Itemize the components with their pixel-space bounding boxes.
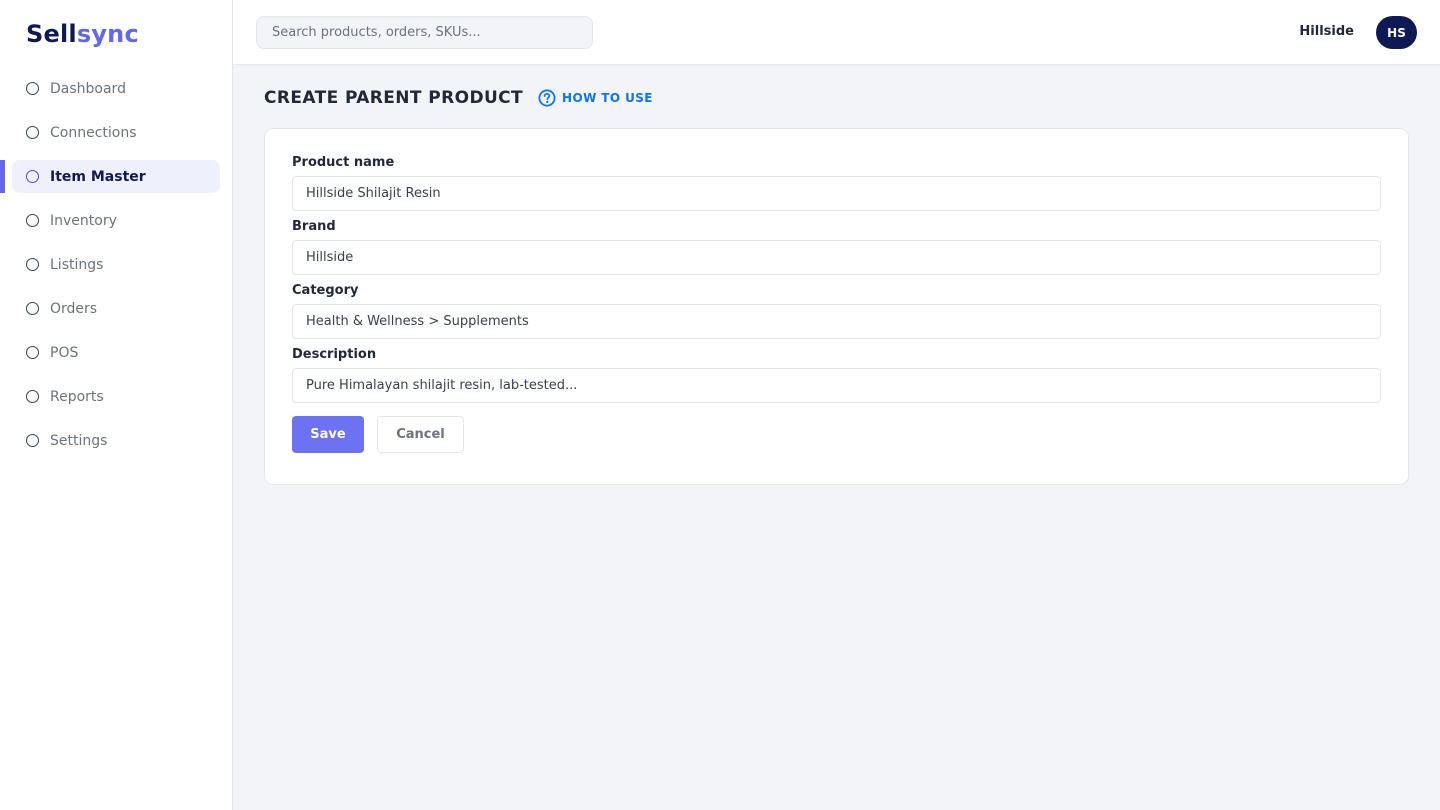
sidebar-item-dashboard[interactable]: Dashboard bbox=[12, 72, 220, 105]
category-field[interactable] bbox=[292, 304, 1381, 339]
sidebar-item-inventory[interactable]: Inventory bbox=[12, 204, 220, 237]
sidebar-item-label: Connections bbox=[50, 124, 137, 141]
circle-icon bbox=[26, 82, 39, 95]
sidebar-item-label: Listings bbox=[50, 256, 104, 273]
circle-icon bbox=[26, 346, 39, 359]
circle-icon bbox=[26, 434, 39, 447]
circle-icon bbox=[26, 170, 39, 183]
app-logo[interactable]: Sellsync bbox=[26, 20, 139, 48]
circle-icon bbox=[26, 258, 39, 271]
page-header: CREATE PARENT PRODUCT HOW TO USE bbox=[264, 88, 653, 108]
sidebar-item-label: POS bbox=[50, 344, 79, 361]
logo-text-sync: sync bbox=[76, 20, 139, 48]
sidebar-item-item-master[interactable]: Item Master bbox=[0, 160, 220, 193]
product-name-field[interactable] bbox=[292, 176, 1381, 211]
cancel-button[interactable]: Cancel bbox=[377, 416, 464, 453]
org-name: Hillside bbox=[1299, 24, 1354, 39]
logo-text-sell: Sell bbox=[26, 20, 77, 48]
sidebar-item-connections[interactable]: Connections bbox=[12, 116, 220, 149]
question-circle-icon bbox=[538, 89, 556, 107]
brand-field[interactable] bbox=[292, 240, 1381, 275]
sidebar-item-listings[interactable]: Listings bbox=[12, 248, 220, 281]
sidebar-item-reports[interactable]: Reports bbox=[12, 380, 220, 413]
category-label: Category bbox=[292, 283, 359, 298]
description-label: Description bbox=[292, 347, 377, 362]
how-to-use-label: HOW TO USE bbox=[562, 91, 653, 105]
brand-label: Brand bbox=[292, 219, 336, 234]
sidebar-item-label: Item Master bbox=[50, 168, 146, 185]
circle-icon bbox=[26, 214, 39, 227]
sidebar-item-label: Reports bbox=[50, 388, 104, 405]
description-field[interactable] bbox=[292, 368, 1381, 403]
sidebar: Sellsync Dashboard Connections Item Mast… bbox=[0, 0, 233, 810]
product-name-label: Product name bbox=[292, 155, 395, 170]
avatar[interactable]: HS bbox=[1376, 16, 1417, 49]
sidebar-item-label: Settings bbox=[50, 432, 108, 449]
sidebar-item-label: Inventory bbox=[50, 212, 117, 229]
page-title: CREATE PARENT PRODUCT bbox=[264, 88, 524, 108]
circle-icon bbox=[26, 126, 39, 139]
save-button[interactable]: Save bbox=[292, 416, 364, 453]
sidebar-item-pos[interactable]: POS bbox=[12, 336, 220, 369]
sidebar-item-label: Dashboard bbox=[50, 80, 126, 97]
search-input[interactable] bbox=[256, 16, 593, 49]
product-form-card: Product name Brand Category Description … bbox=[264, 128, 1409, 485]
circle-icon bbox=[26, 302, 39, 315]
sidebar-item-settings[interactable]: Settings bbox=[12, 424, 220, 457]
sidebar-nav: Dashboard Connections Item Master Invent… bbox=[0, 72, 232, 468]
how-to-use-link[interactable]: HOW TO USE bbox=[538, 89, 653, 107]
top-bar: Hillside HS bbox=[233, 0, 1440, 65]
sidebar-item-label: Orders bbox=[50, 300, 98, 317]
circle-icon bbox=[26, 390, 39, 403]
sidebar-item-orders[interactable]: Orders bbox=[12, 292, 220, 325]
